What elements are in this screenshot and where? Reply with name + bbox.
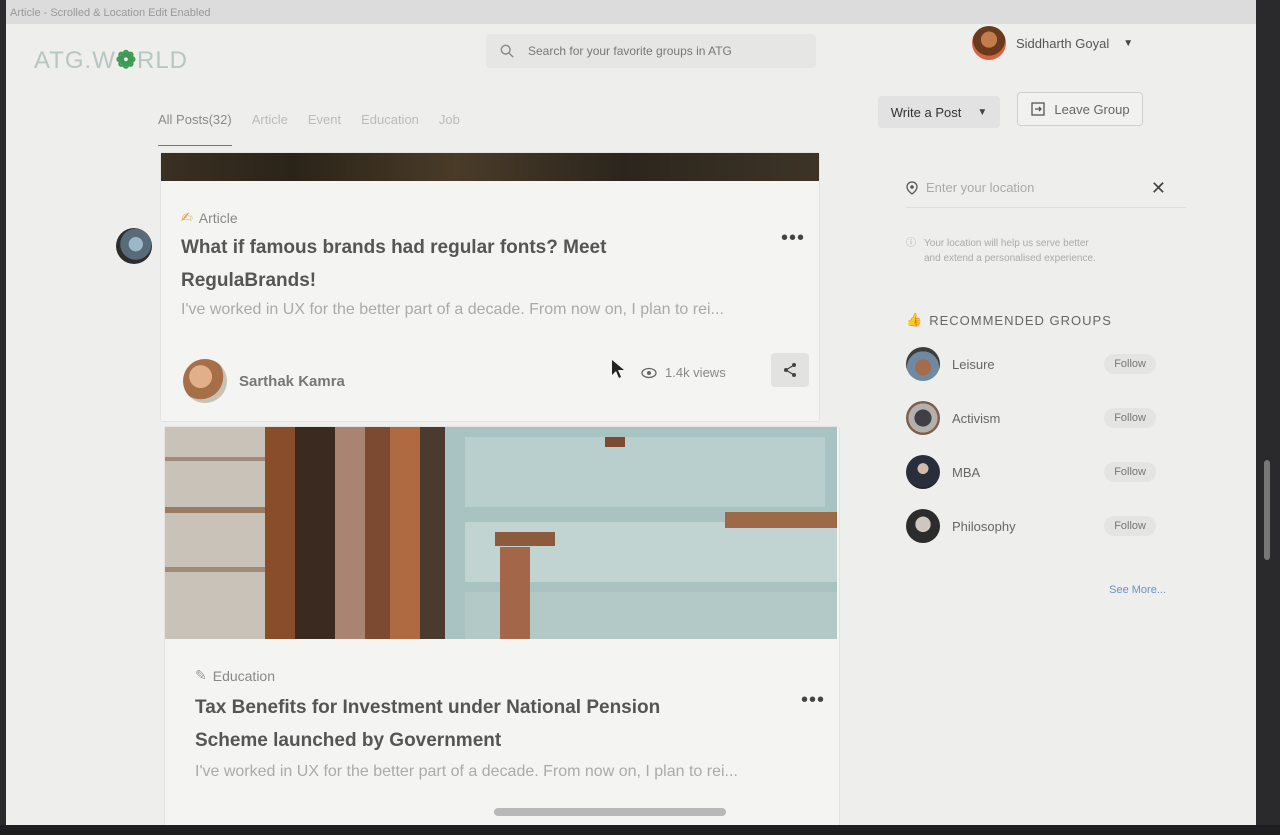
post-tabs: All Posts(32) Article Event Education Jo…: [158, 112, 460, 146]
group-item[interactable]: Philosophy Follow: [906, 508, 1186, 544]
group-name[interactable]: MBA: [952, 465, 980, 480]
post-excerpt: I've worked in UX for the better part of…: [195, 763, 738, 780]
scrollbar[interactable]: [1264, 460, 1270, 560]
post-title-line: RegulaBrands!: [181, 270, 317, 291]
post-category: ✍ Article: [181, 209, 238, 226]
recommended-groups-title: RECOMMENDED GROUPS: [929, 312, 1112, 328]
location-info-line: Your location will help us serve better: [924, 238, 1089, 249]
location-info: ⓘ Your location will help us serve bette…: [906, 236, 1186, 266]
leave-group-label: Leave Group: [1054, 101, 1130, 117]
group-avatar[interactable]: [906, 401, 940, 435]
tab-article[interactable]: Article: [252, 112, 288, 146]
caret-down-icon[interactable]: ▼: [1123, 38, 1133, 49]
group-name[interactable]: Activism: [952, 411, 1000, 426]
group-avatar[interactable]: [906, 347, 940, 381]
pencil-icon: ✍: [181, 209, 193, 225]
window-title: Article - Scrolled & Location Edit Enabl…: [6, 0, 1256, 24]
location-info-line: and extend a personalised experience.: [924, 253, 1096, 264]
post-card[interactable]: ✍ Article What if famous brands had regu…: [160, 152, 820, 422]
category-label: Education: [212, 667, 276, 684]
info-icon: ⓘ: [906, 238, 916, 249]
search-icon: [500, 44, 514, 58]
post-title-line: Tax Benefits for Investment under Nation…: [195, 697, 661, 718]
eye-icon: [641, 367, 657, 378]
follow-button[interactable]: Follow: [1104, 354, 1156, 374]
group-name[interactable]: Leisure: [952, 357, 995, 372]
browser-screen: Article - Scrolled & Location Edit Enabl…: [6, 0, 1256, 825]
share-button[interactable]: [771, 353, 809, 387]
taskbar: [0, 825, 1280, 835]
tab-all-posts[interactable]: All Posts(32): [158, 112, 232, 146]
close-icon[interactable]: ✕: [1151, 178, 1166, 199]
share-icon: [784, 363, 796, 377]
follow-button[interactable]: Follow: [1104, 516, 1156, 536]
group-item[interactable]: Activism Follow: [906, 400, 1186, 436]
leave-group-button[interactable]: Leave Group: [1017, 92, 1143, 126]
see-more-link[interactable]: See More...: [906, 584, 1186, 596]
follow-button[interactable]: Follow: [1104, 408, 1156, 428]
user-name: Siddharth Goyal: [1016, 35, 1110, 51]
write-post-button[interactable]: Write a Post ▼: [878, 96, 1000, 128]
group-avatar[interactable]: [906, 509, 940, 543]
user-avatar[interactable]: [972, 26, 1006, 60]
post-card[interactable]: ✎ Education Tax Benefits for Investment …: [164, 426, 840, 825]
search-placeholder: Search for your favorite groups in ATG: [528, 44, 732, 58]
post-category: ✎ Education: [195, 667, 275, 684]
right-sidebar: Enter your location ✕ ⓘ Your location wi…: [906, 178, 1186, 596]
views-label: 1.4k views: [665, 365, 726, 380]
tab-event[interactable]: Event: [308, 112, 341, 146]
tab-job[interactable]: Job: [439, 112, 460, 146]
home-indicator: [494, 808, 726, 816]
group-avatar[interactable]: [906, 455, 940, 489]
post-title[interactable]: Tax Benefits for Investment under Nation…: [195, 691, 660, 757]
location-input[interactable]: Enter your location: [926, 180, 1034, 195]
location-input-row[interactable]: Enter your location ✕: [906, 178, 1186, 208]
logo-o: ❁: [115, 47, 137, 74]
recommended-groups-heading: 👍 RECOMMENDED GROUPS: [906, 312, 1186, 328]
group-item[interactable]: Leisure Follow: [906, 346, 1186, 382]
category-label: Article: [198, 209, 238, 226]
follow-button[interactable]: Follow: [1104, 462, 1156, 482]
user-menu[interactable]: Siddharth Goyal ▼: [972, 26, 1133, 60]
tab-education[interactable]: Education: [361, 112, 419, 146]
author-name: Sarthak Kamra: [239, 372, 345, 390]
group-search-bar[interactable]: Search for your favorite groups in ATG: [486, 34, 816, 68]
group-name[interactable]: Philosophy: [952, 519, 1016, 534]
more-options-icon[interactable]: •••: [781, 227, 805, 250]
atg-world-logo[interactable]: ATG.W❁RLD: [34, 46, 188, 75]
thumbs-up-icon: 👍: [906, 312, 924, 327]
post-title[interactable]: What if famous brands had regular fonts?…: [181, 231, 606, 297]
exit-icon: [1031, 102, 1046, 116]
group-avatar: [116, 228, 152, 264]
more-options-icon[interactable]: •••: [801, 689, 825, 712]
logo-suffix: RLD: [136, 47, 188, 74]
post-author[interactable]: Sarthak Kamra: [183, 359, 345, 403]
post-cover-image: [165, 427, 837, 639]
post-title-line: Scheme launched by Government: [195, 730, 502, 751]
education-icon: ✎: [195, 667, 207, 683]
location-pin-icon: [906, 180, 918, 195]
logo-prefix: ATG.W: [34, 47, 116, 74]
mouse-cursor-icon: [612, 360, 624, 378]
view-count: 1.4k views: [641, 365, 726, 380]
post-title-line: What if famous brands had regular fonts?…: [181, 237, 607, 258]
group-item[interactable]: MBA Follow: [906, 454, 1186, 490]
post-banner-image: [161, 153, 819, 181]
write-post-label: Write a Post: [890, 104, 962, 120]
caret-down-icon: ▼: [977, 106, 988, 118]
author-avatar[interactable]: [183, 359, 227, 403]
post-excerpt: I've worked in UX for the better part of…: [181, 301, 724, 318]
